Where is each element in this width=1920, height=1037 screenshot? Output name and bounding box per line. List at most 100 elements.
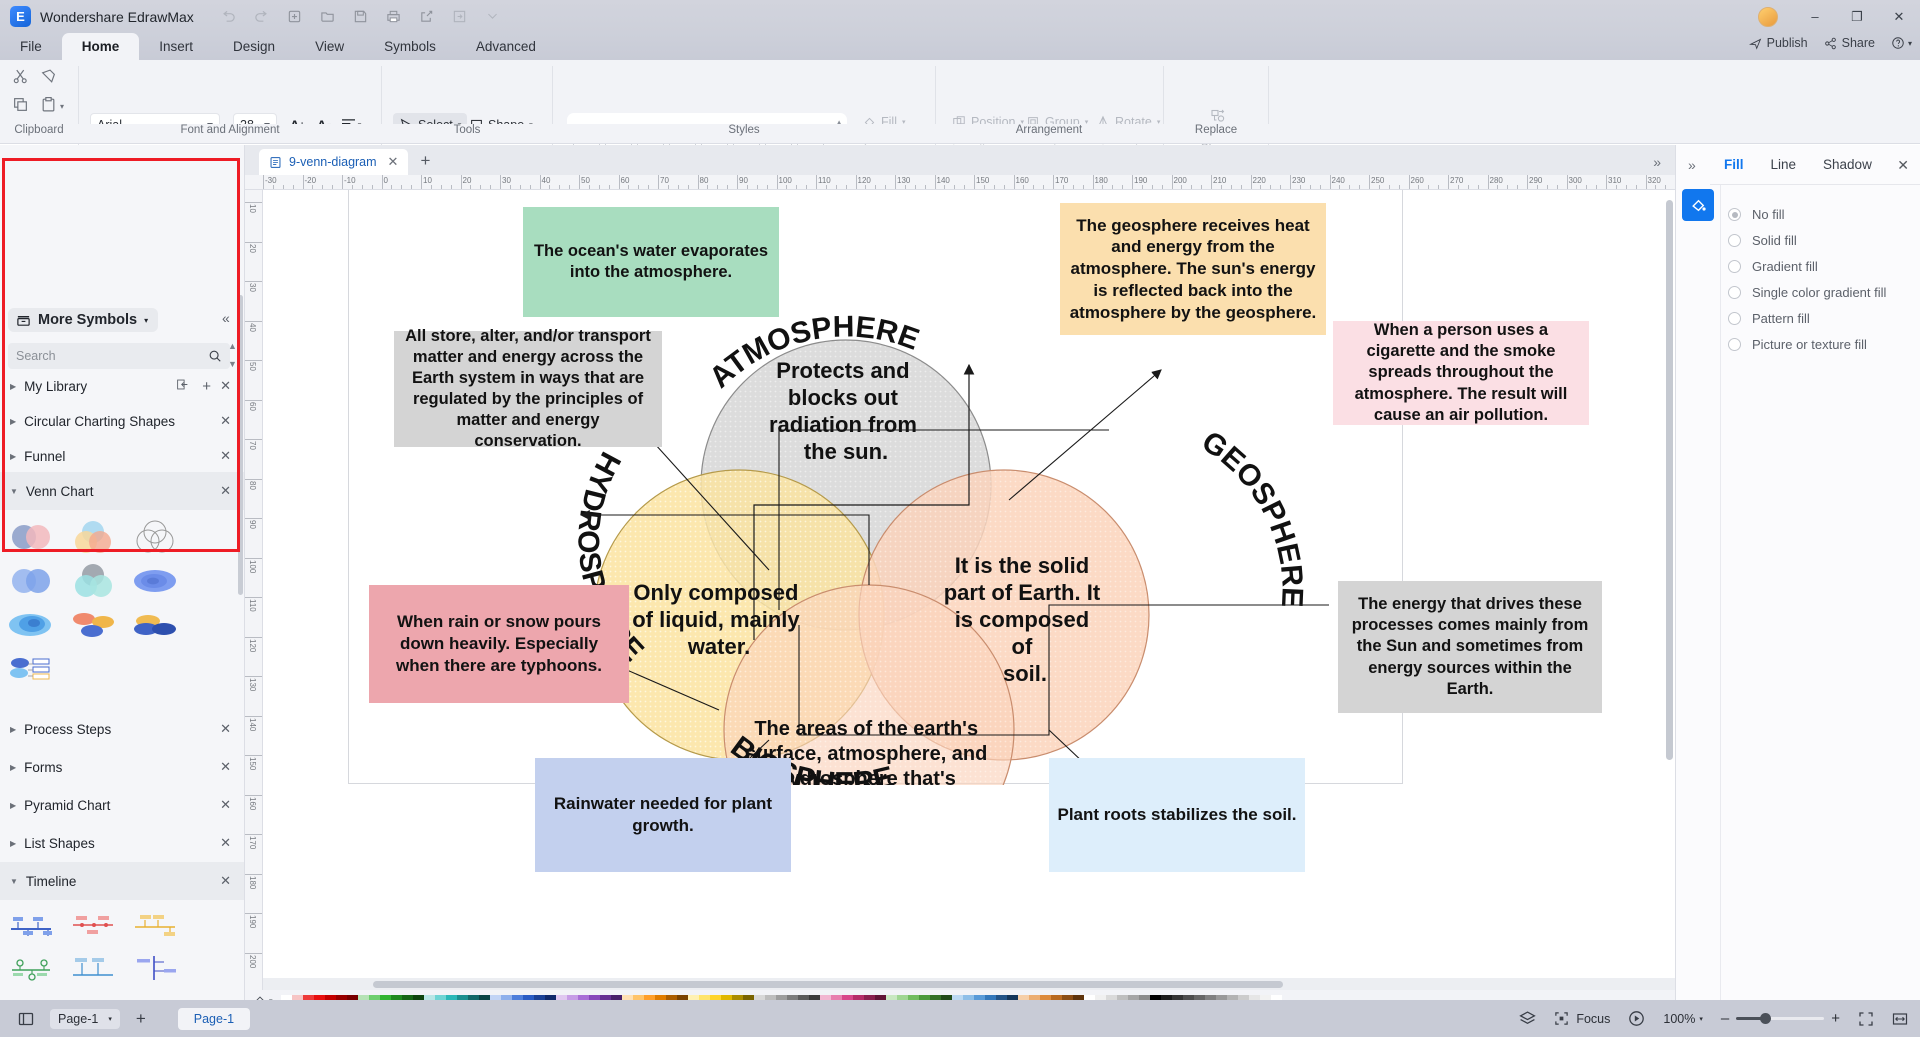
callout-ocean-evaporates[interactable]: The ocean's water evaporates into the at… (523, 207, 779, 317)
open-icon[interactable] (315, 5, 341, 29)
fit-page-icon[interactable] (1858, 1011, 1874, 1027)
venn-shape-three-disks[interactable] (68, 605, 118, 645)
fill-option-single-color-gradient-fill[interactable]: Single color gradient fill (1728, 285, 1886, 300)
callout-cigarette-pollution[interactable]: When a person uses a cigarette and the s… (1333, 321, 1589, 425)
zoom-slider-knob[interactable] (1760, 1013, 1771, 1024)
venn-shape-two-circles[interactable] (6, 517, 56, 557)
tab-file[interactable]: File (0, 33, 62, 60)
page-selector[interactable]: Page-1 ▾ (50, 1009, 120, 1029)
timeline-shape-9[interactable] (130, 992, 180, 1000)
close-library-icon[interactable]: ✕ (220, 835, 231, 851)
tab-shadow[interactable]: Shadow (1823, 157, 1872, 172)
close-icon[interactable]: ✕ (388, 154, 399, 170)
tab-insert[interactable]: Insert (139, 33, 213, 60)
venn-shape-three-circles-outline[interactable] (130, 517, 180, 557)
collaborate-icon[interactable] (447, 5, 473, 29)
timeline-shape-3[interactable] (130, 904, 180, 944)
more-symbols-button[interactable]: More Symbols ▾ (8, 308, 158, 332)
sidebar-item-funnel[interactable]: ▶ Funnel ✕ (0, 437, 245, 475)
canvas-area[interactable]: ATMOSPHERE GEOSPHERE HYDROSPHERE BIOSPHE… (263, 190, 1675, 978)
save-icon[interactable] (348, 5, 374, 29)
add-page-button[interactable]: + (136, 1009, 146, 1029)
callout-rain-snow[interactable]: When rain or snow pours down heavily. Es… (369, 585, 629, 703)
panel-scrollbar[interactable] (238, 295, 243, 595)
share-button[interactable]: Share (1824, 36, 1875, 50)
page-tab[interactable]: Page-1 (178, 1008, 250, 1030)
sidebar-item-timeline[interactable]: ▼ Timeline ✕ (0, 862, 245, 900)
paint-bucket-icon[interactable] (1682, 189, 1714, 221)
venn-shape-nested-ellipses[interactable] (130, 561, 180, 601)
timeline-shape-4[interactable] (6, 948, 56, 988)
play-icon[interactable] (1628, 1010, 1645, 1027)
close-library-icon[interactable]: ✕ (220, 873, 231, 889)
timeline-shape-8[interactable] (68, 992, 118, 1000)
close-library-icon[interactable]: ✕ (220, 483, 231, 499)
tab-view[interactable]: View (295, 33, 364, 60)
scroll-up-icon[interactable]: ▲ (228, 341, 237, 351)
sidebar-item-process-steps[interactable]: ▶ Process Steps ✕ (0, 710, 245, 748)
publish-button[interactable]: Publish (1749, 36, 1808, 50)
focus-button[interactable]: Focus (1554, 1011, 1610, 1026)
sidebar-item-circular-charting-shapes[interactable]: ▶ Circular Charting Shapes ✕ (0, 402, 245, 440)
zoom-slider-track[interactable] (1736, 1017, 1824, 1020)
venn-shape-concentric-ellipses[interactable] (6, 605, 56, 645)
vertical-ruler[interactable]: 1020304050607080901001101201301401501601… (245, 190, 263, 1000)
venn-shape-stacked-disks[interactable] (130, 605, 180, 645)
print-icon[interactable] (381, 5, 407, 29)
timeline-shape-5[interactable] (68, 948, 118, 988)
layers-icon[interactable] (1519, 1010, 1536, 1027)
callout-rainwater-plant[interactable]: Rainwater needed for plant growth. (535, 758, 791, 872)
venn-shape-disks-with-labels[interactable] (6, 649, 56, 689)
add-library-icon[interactable]: + (202, 378, 211, 395)
radio-no-fill[interactable] (1728, 208, 1741, 221)
sidebar-item-pyramid-chart[interactable]: ▶ Pyramid Chart ✕ (0, 786, 245, 824)
tab-home[interactable]: Home (62, 33, 140, 60)
callout-geosphere-heat[interactable]: The geosphere receives heat and energy f… (1060, 203, 1326, 335)
close-library-icon[interactable]: ✕ (220, 759, 231, 775)
minimize-button[interactable]: – (1794, 0, 1836, 33)
import-library-icon[interactable] (176, 378, 189, 394)
fit-width-icon[interactable] (1892, 1011, 1908, 1027)
paste-icon[interactable] (40, 96, 57, 118)
new-icon[interactable] (282, 5, 308, 29)
close-library-icon[interactable]: ✕ (220, 448, 231, 464)
sidebar-item-forms[interactable]: ▶ Forms ✕ (0, 748, 245, 786)
format-painter-icon[interactable] (40, 68, 57, 90)
zoom-in-button[interactable]: + (1831, 1010, 1840, 1027)
zoom-out-button[interactable]: – (1721, 1010, 1729, 1027)
callout-all-store[interactable]: All store, alter, and/or transport matte… (394, 331, 662, 447)
undo-icon[interactable] (216, 5, 242, 29)
collapse-right-panel-button[interactable]: » (1653, 154, 1661, 170)
sidebar-item-my-library[interactable]: ▶ My Library + ✕ (0, 367, 245, 405)
collapse-panel-button[interactable]: « (222, 310, 230, 326)
tab-symbols[interactable]: Symbols (364, 33, 456, 60)
panel-scroll-arrows[interactable]: ▲ ▼ (228, 341, 237, 369)
export-icon[interactable] (414, 5, 440, 29)
venn-shape-two-blue[interactable] (6, 561, 56, 601)
new-tab-button[interactable]: + (420, 151, 430, 171)
help-icon[interactable]: ▾ (1891, 36, 1912, 50)
radio-pattern-fill[interactable] (1728, 312, 1741, 325)
copy-icon[interactable] (12, 96, 29, 118)
fill-option-no-fill[interactable]: No fill (1728, 207, 1785, 222)
search-input[interactable]: Search (8, 343, 230, 369)
callout-plant-roots[interactable]: Plant roots stabilizes the soil. (1049, 758, 1305, 872)
radio-gradient-fill[interactable] (1728, 260, 1741, 273)
tab-advanced[interactable]: Advanced (456, 33, 556, 60)
radio-single-color-gradient-fill[interactable] (1728, 286, 1741, 299)
close-panel-icon[interactable]: ✕ (1897, 157, 1909, 174)
tab-fill[interactable]: Fill (1724, 157, 1744, 172)
sidebar-item-venn-chart[interactable]: ▼ Venn Chart ✕ (0, 472, 245, 510)
close-library-icon[interactable]: ✕ (220, 797, 231, 813)
horizontal-ruler[interactable]: -30-20-100102030405060708090100110120130… (245, 175, 1675, 190)
canvas-vertical-scrollbar[interactable] (1666, 200, 1673, 760)
page-panel-icon[interactable] (18, 1011, 34, 1027)
timeline-shape-6[interactable] (130, 948, 180, 988)
close-library-icon[interactable]: ✕ (220, 413, 231, 429)
canvas-horizontal-scrollbar-track[interactable] (263, 978, 1675, 990)
venn-shape-three-circles-color[interactable] (68, 517, 118, 557)
close-library-icon[interactable]: ✕ (220, 378, 231, 394)
document-tab[interactable]: 9-venn-diagram ✕ (259, 149, 408, 175)
maximize-button[interactable]: ❐ (1836, 0, 1878, 33)
zoom-level-selector[interactable]: 100% ▾ (1663, 1012, 1703, 1026)
